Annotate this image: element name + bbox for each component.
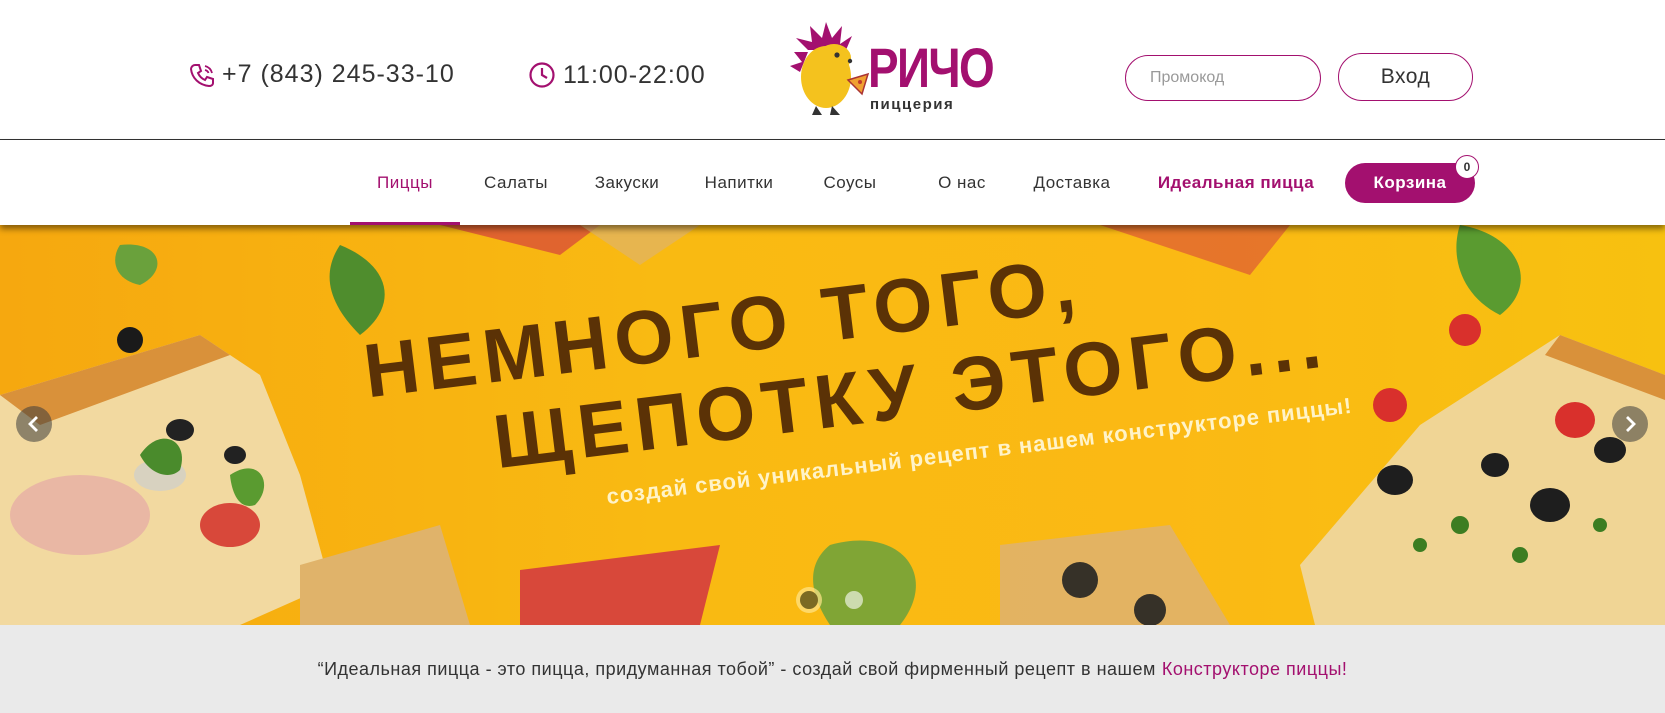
logo-brand: РИЧО xyxy=(868,36,995,99)
nav-item-ideal-pizza[interactable]: Идеальная пицца xyxy=(1155,140,1317,225)
promo-code-input[interactable] xyxy=(1125,55,1321,101)
phone-icon xyxy=(189,63,214,87)
chevron-left-icon xyxy=(28,416,38,432)
clock-icon xyxy=(529,62,555,88)
login-button[interactable]: Вход xyxy=(1338,53,1473,101)
logo[interactable]: РИЧО пиццерия xyxy=(790,22,995,117)
pizza-constructor-link[interactable]: Конструкторе пиццы! xyxy=(1162,659,1348,680)
site-header: +7 (843) 245-33-10 11:00-22:00 РИЧО пицц… xyxy=(0,0,1665,140)
phone-link[interactable]: +7 (843) 245-33-10 xyxy=(188,60,455,89)
phone-number: +7 (843) 245-33-10 xyxy=(222,60,455,88)
hours-text: 11:00-22:00 xyxy=(563,60,706,89)
working-hours: 11:00-22:00 xyxy=(527,60,706,90)
cart-count-badge: 0 xyxy=(1455,155,1479,179)
nav-item-drinks[interactable]: Напитки xyxy=(695,140,783,225)
slider-prev-button[interactable] xyxy=(16,406,52,442)
nav-item-sauces[interactable]: Соусы xyxy=(808,140,892,225)
nav-item-snacks[interactable]: Закуски xyxy=(585,140,669,225)
info-text: “Идеальная пицца - это пицца, придуманна… xyxy=(317,658,1156,679)
slider-dot-1[interactable] xyxy=(800,591,818,609)
nav-item-delivery[interactable]: Доставка xyxy=(1025,140,1119,225)
slider-dot-2[interactable] xyxy=(845,591,863,609)
nav-item-about[interactable]: О нас xyxy=(920,140,1004,225)
nav-item-pizzas[interactable]: Пиццы xyxy=(350,140,460,225)
hero-banner: НЕМНОГО ТОГО, ЩЕПОТКУ ЭТОГО... создай св… xyxy=(0,225,1665,625)
logo-subtitle: пиццерия xyxy=(870,96,955,113)
slider-next-button[interactable] xyxy=(1612,406,1648,442)
chevron-right-icon xyxy=(1626,416,1636,432)
main-nav: Пиццы Салаты Закуски Напитки Соусы О нас… xyxy=(0,140,1665,225)
info-strip: “Идеальная пицца - это пицца, придуманна… xyxy=(0,625,1665,713)
nav-item-salads[interactable]: Салаты xyxy=(470,140,562,225)
hedgehog-mascot-icon xyxy=(790,22,870,115)
